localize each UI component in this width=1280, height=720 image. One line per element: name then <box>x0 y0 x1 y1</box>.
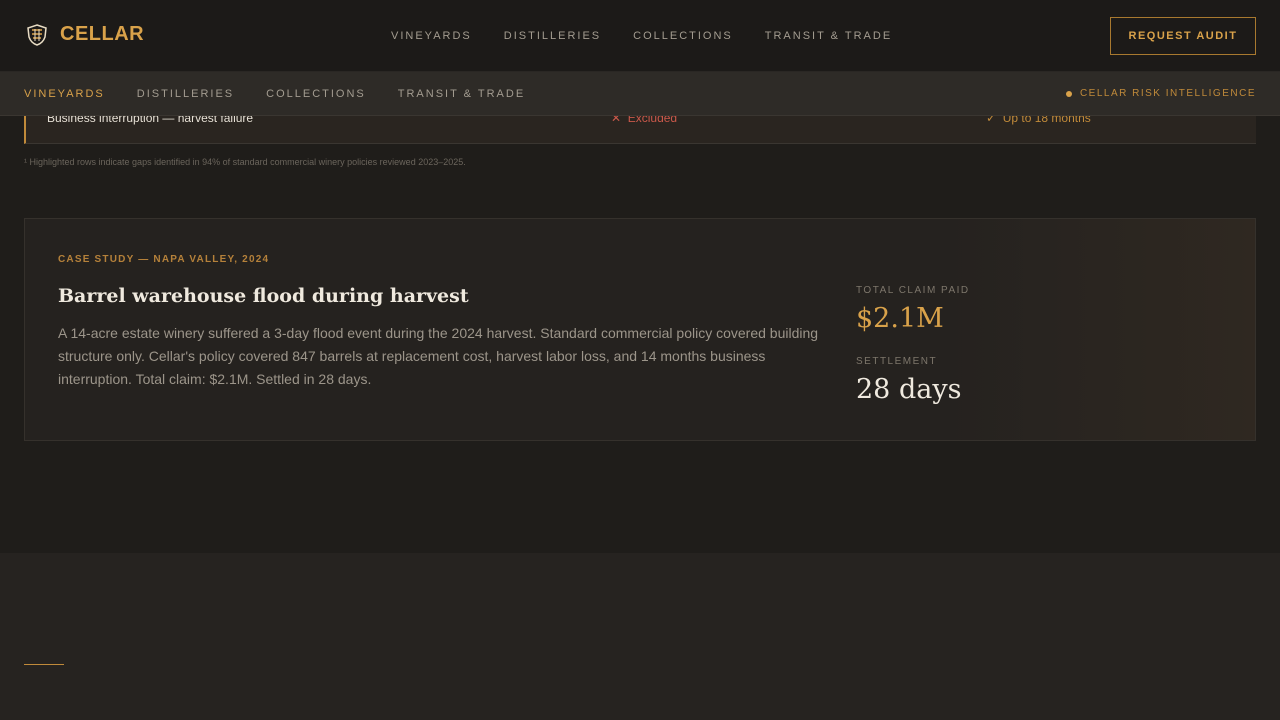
brand[interactable]: CELLAR <box>26 23 144 46</box>
barrel-shield-icon <box>27 23 47 46</box>
nav-link-collections[interactable]: COLLECTIONS <box>633 30 733 42</box>
subnav-item-collections[interactable]: COLLECTIONS <box>266 88 366 100</box>
sticky-subnav: VINEYARDS DISTILLERIES COLLECTIONS TRANS… <box>0 72 1280 116</box>
section-accent-line <box>24 664 64 665</box>
settlement-label: SETTLEMENT <box>856 356 938 367</box>
case-study-card: CASE STUDY — NAPA VALLEY, 2024 Barrel wa… <box>24 218 1256 441</box>
subnav-item-distilleries[interactable]: DISTILLERIES <box>137 88 234 100</box>
case-study-title: Barrel warehouse flood during harvest <box>58 285 469 307</box>
case-study-tag: CASE STUDY — NAPA VALLEY, 2024 <box>58 254 270 265</box>
case-study-body: A 14-acre estate winery suffered a 3-day… <box>58 325 819 387</box>
subnav-item-transit-trade[interactable]: TRANSIT & TRADE <box>398 88 525 100</box>
nav-link-vineyards[interactable]: VINEYARDS <box>391 30 472 42</box>
settlement-value: 28 days <box>856 374 962 405</box>
table-footnote: ¹ Highlighted rows indicate gaps identif… <box>24 157 466 167</box>
next-section <box>0 553 1280 720</box>
status-dot-icon <box>1065 90 1072 97</box>
risk-intelligence-badge: CELLAR RISK INTELLIGENCE <box>1065 88 1256 99</box>
nav-link-transit-trade[interactable]: TRANSIT & TRADE <box>765 30 892 42</box>
primary-nav: VINEYARDS DISTILLERIES COLLECTIONS TRANS… <box>391 30 924 42</box>
nav-link-distilleries[interactable]: DISTILLERIES <box>504 30 601 42</box>
subnav-links: VINEYARDS DISTILLERIES COLLECTIONS TRANS… <box>24 88 557 100</box>
risk-intelligence-label: CELLAR RISK INTELLIGENCE <box>1079 88 1256 99</box>
total-claim-label: TOTAL CLAIM PAID <box>856 285 970 296</box>
request-audit-button[interactable]: REQUEST AUDIT <box>1110 17 1256 55</box>
brand-name: CELLAR <box>60 23 145 45</box>
top-header: CELLAR VINEYARDS DISTILLERIES COLLECTION… <box>0 0 1280 72</box>
subnav-item-vineyards[interactable]: VINEYARDS <box>24 88 105 100</box>
total-claim-value: $2.1M <box>856 303 944 334</box>
